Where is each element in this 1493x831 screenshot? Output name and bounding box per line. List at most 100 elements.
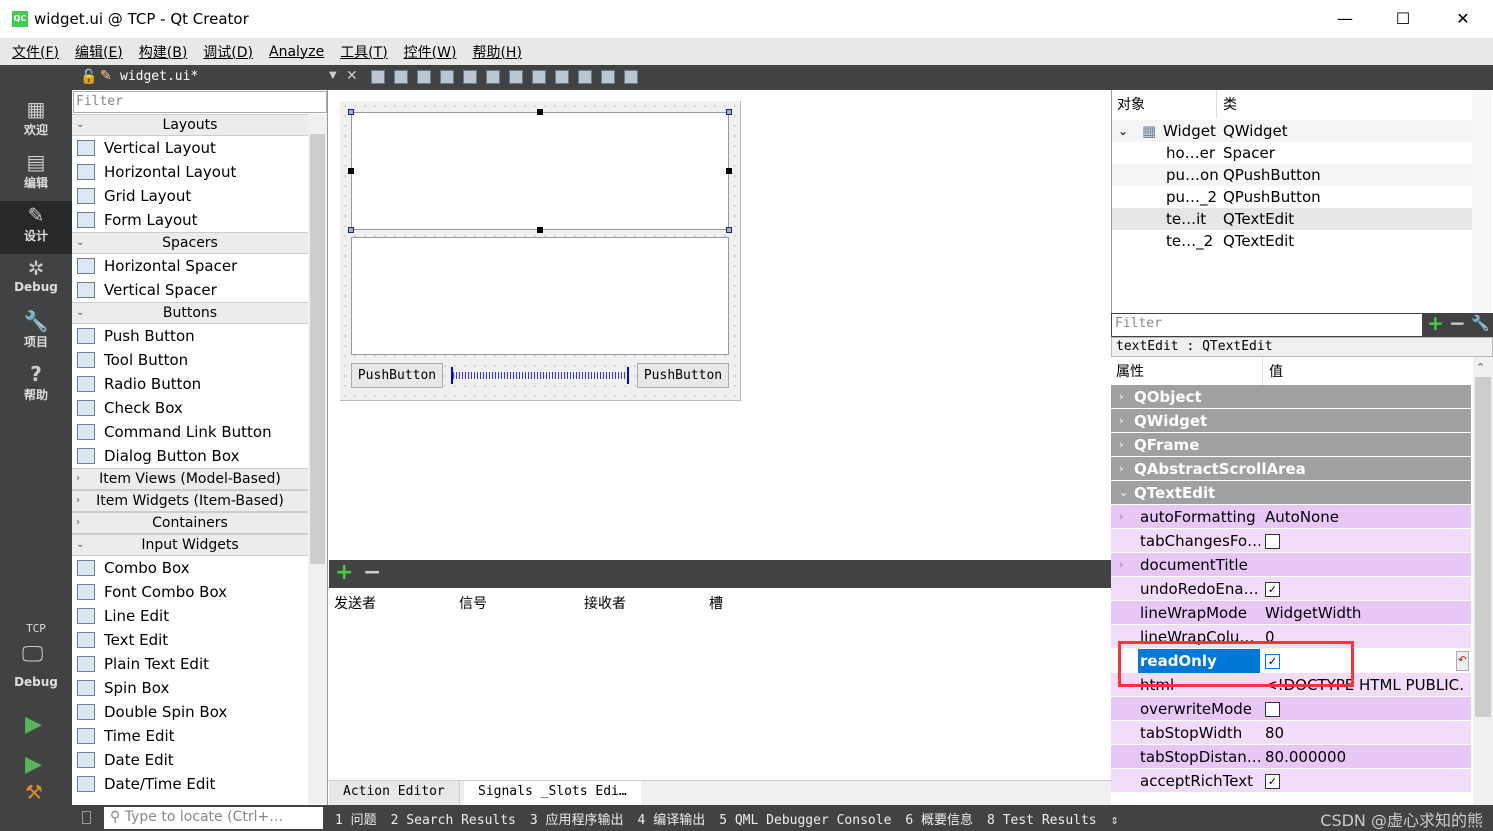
kit-config[interactable]: Debug	[0, 675, 72, 689]
menu-item[interactable]: 文件(F)	[4, 42, 67, 62]
push-button-1[interactable]: PushButton	[351, 363, 443, 388]
chevron-down-icon[interactable]: ⌄	[1118, 120, 1128, 142]
object-row[interactable]: ho…er Spacer	[1112, 142, 1472, 164]
menu-item[interactable]: 帮助(H)	[464, 42, 529, 62]
object-row[interactable]: ⌄ ▦ Widget QWidget	[1112, 120, 1472, 142]
output-tab[interactable]: 4 编译输出	[638, 813, 706, 828]
maximize-button[interactable]: ☐	[1374, 0, 1432, 38]
chevron-right-icon[interactable]: ›	[76, 469, 80, 489]
text-edit-2[interactable]	[351, 237, 729, 355]
column-object[interactable]: 对象	[1112, 90, 1217, 118]
object-scrollbar[interactable]	[1472, 90, 1492, 313]
widget-item[interactable]: Radio Button	[72, 372, 308, 396]
widget-item[interactable]: Vertical Spacer	[72, 278, 308, 302]
locator-input[interactable]: ⚲ Type to locate (Ctrl+…	[104, 807, 323, 829]
widget-category[interactable]: ⌄ Spacers	[72, 232, 308, 254]
property-value[interactable]: 80	[1265, 721, 1465, 745]
toggle-sidebar-icon[interactable]	[82, 811, 91, 824]
property-scrollbar[interactable]: ⌃	[1473, 357, 1493, 805]
widget-item[interactable]: Time Edit	[72, 724, 308, 748]
widget-item[interactable]: Form Layout	[72, 208, 308, 232]
add-connection-button[interactable]: +	[335, 560, 353, 585]
widget-category[interactable]: ⌄ Input Widgets	[72, 534, 308, 556]
output-tab[interactable]: 6 概要信息	[905, 813, 973, 828]
object-row[interactable]: pu…_2 QPushButton	[1112, 186, 1472, 208]
property-row[interactable]: lineWrapColu… 0	[1111, 625, 1471, 649]
chevron-right-icon[interactable]: ›	[1119, 457, 1124, 481]
property-row[interactable]: tabStopDistan… 80.000000	[1111, 745, 1471, 769]
chevron-right-icon[interactable]: ›	[1119, 433, 1124, 457]
property-row[interactable]: acceptRichText ✓	[1111, 769, 1471, 793]
property-checkbox[interactable]	[1265, 697, 1465, 721]
mode-help[interactable]: ? 帮助	[0, 360, 72, 413]
minimize-button[interactable]: —	[1316, 0, 1374, 38]
output-tab[interactable]: 5 QML Debugger Console	[719, 813, 891, 828]
edit-signals-icon[interactable]	[394, 70, 408, 84]
mode-pencil[interactable]: ✎ 设计	[0, 201, 72, 254]
chevron-right-icon[interactable]: ›	[1119, 409, 1124, 433]
resize-handle[interactable]	[348, 109, 354, 115]
menu-item[interactable]: 控件(W)	[396, 42, 465, 62]
edit-widgets-icon[interactable]	[371, 70, 385, 84]
resize-handle[interactable]	[348, 227, 354, 233]
property-value[interactable]: 80.000000	[1265, 745, 1465, 769]
menu-item[interactable]: 编辑(E)	[67, 42, 131, 62]
object-row[interactable]: te…it QTextEdit	[1112, 208, 1472, 230]
property-row[interactable]: lineWrapMode WidgetWidth	[1111, 601, 1471, 625]
chevron-right-icon[interactable]: ›	[1119, 385, 1124, 409]
form-widget[interactable]: PushButton PushButton	[340, 101, 741, 401]
property-row[interactable]: overwriteMode	[1111, 697, 1471, 721]
widget-item[interactable]: Command Link Button	[72, 420, 308, 444]
output-tab[interactable]: 8 Test Results	[987, 813, 1097, 828]
widget-item[interactable]: Horizontal Layout	[72, 160, 308, 184]
text-edit-selected[interactable]	[351, 112, 729, 230]
widget-item[interactable]: Text Edit	[72, 628, 308, 652]
chevron-down-icon[interactable]: ⌄	[1119, 481, 1128, 505]
property-checkbox[interactable]	[1265, 529, 1465, 553]
push-button-2[interactable]: PushButton	[637, 363, 729, 388]
widget-item[interactable]: Font Combo Box	[72, 580, 308, 604]
property-group[interactable]: › QAbstractScrollArea	[1111, 457, 1471, 481]
property-row[interactable]: tabStopWidth 80	[1111, 721, 1471, 745]
property-checkbox[interactable]: ✓	[1265, 577, 1465, 601]
menu-item[interactable]: Analyze	[261, 44, 332, 60]
tab-signals-slots[interactable]: Signals _Slots Edi…	[464, 781, 641, 805]
property-checkbox[interactable]: ✓	[1265, 769, 1465, 793]
build-hammer-icon[interactable]: ⚒	[25, 780, 43, 804]
wrench-icon[interactable]: 🔧	[1471, 314, 1490, 332]
checkbox-unchecked[interactable]	[1265, 534, 1280, 549]
checkbox-checked[interactable]: ✓	[1265, 582, 1280, 597]
resize-handle[interactable]	[726, 109, 732, 115]
break-layout-icon[interactable]	[601, 70, 615, 84]
horizontal-spacer[interactable]	[451, 367, 629, 384]
property-filter-input[interactable]: Filter	[1112, 314, 1422, 336]
property-group[interactable]: › QObject	[1111, 385, 1471, 409]
menu-item[interactable]: 构建(B)	[131, 42, 196, 62]
mode-edit[interactable]: ▤ 编辑	[0, 148, 72, 201]
widget-item[interactable]: Line Edit	[72, 604, 308, 628]
resize-handle[interactable]	[537, 227, 543, 233]
splitter-vertical-icon[interactable]	[532, 70, 546, 84]
resize-handle[interactable]	[726, 168, 732, 174]
widget-category[interactable]: ⌄ Buttons	[72, 302, 308, 324]
layout-form-icon[interactable]	[555, 70, 569, 84]
chevron-right-icon[interactable]: ›	[1119, 673, 1123, 697]
property-row[interactable]: undoRedoEna… ✓	[1111, 577, 1471, 601]
splitter-horizontal-icon[interactable]	[509, 70, 523, 84]
widget-category[interactable]: › Containers	[72, 512, 308, 534]
property-row[interactable]: readOnly ✓ ↶	[1111, 649, 1471, 673]
property-value[interactable]: WidgetWidth	[1265, 601, 1465, 625]
tab-action-editor[interactable]: Action Editor	[329, 781, 460, 805]
object-row[interactable]: pu…on QPushButton	[1112, 164, 1472, 186]
add-property-button[interactable]: +	[1427, 311, 1444, 335]
widget-category[interactable]: ⌄ Layouts	[72, 114, 308, 136]
widget-box-scrollbar[interactable]	[308, 114, 327, 804]
widget-item[interactable]: Spin Box	[72, 676, 308, 700]
property-row[interactable]: tabChangesFo…	[1111, 529, 1471, 553]
menu-item[interactable]: 工具(T)	[332, 42, 395, 62]
mode-bug[interactable]: ✲ Debug	[0, 254, 72, 307]
reset-property-button[interactable]: ↶	[1456, 651, 1469, 671]
widget-item[interactable]: Grid Layout	[72, 184, 308, 208]
chevron-right-icon[interactable]: ›	[76, 513, 80, 533]
property-value[interactable]: 0	[1265, 625, 1465, 649]
